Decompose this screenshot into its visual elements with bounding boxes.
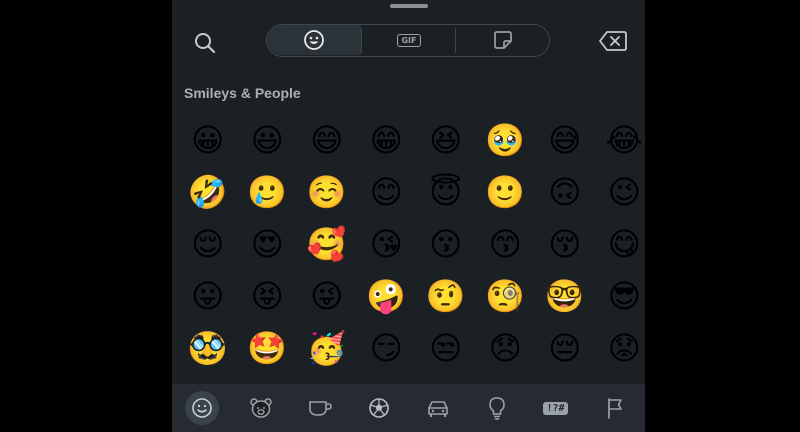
panel-type-switcher: GIF xyxy=(266,24,550,57)
category-flags[interactable] xyxy=(585,384,644,432)
category-objects[interactable] xyxy=(467,384,526,432)
emoji-key[interactable]: 😗 xyxy=(416,218,476,270)
section-title: Smileys & People xyxy=(184,85,301,101)
emoji-key[interactable]: 😋 xyxy=(595,218,646,270)
emoji-keyboard-panel: GIF Smileys & People 😀 😃 😄 😁 😆 🥹 😅 😂 🤣 🥲 ☺️ 😊 😇 🙂 🙃 😉 😌 😍… xyxy=(172,0,645,432)
emoji-key[interactable]: 🤩 xyxy=(238,322,298,374)
soccer-ball-icon xyxy=(368,397,390,419)
emoji-key[interactable]: 🙃 xyxy=(535,166,595,218)
cup-icon xyxy=(307,398,333,418)
emoji-key[interactable]: 😛 xyxy=(178,270,238,322)
emoji-key[interactable]: 😘 xyxy=(357,218,417,270)
sticker-icon xyxy=(493,30,513,50)
search-icon[interactable] xyxy=(192,30,218,56)
flag-icon xyxy=(605,397,625,419)
sticker-tab[interactable] xyxy=(456,25,550,55)
emoji-key[interactable]: 😞 xyxy=(476,322,536,374)
emoji-grid: 😀 😃 😄 😁 😆 🥹 😅 😂 🤣 🥲 ☺️ 😊 😇 🙂 🙃 😉 😌 😍 🥰 😘 😗 😙 😚 😋 😛 😝 😜 🤪 🤨 🧐 🤓 😎 🥸 🤩 🥳 😏 😒 😞 😔… xyxy=(178,114,645,374)
category-smileys[interactable] xyxy=(172,384,231,432)
emoji-key[interactable]: 😂 xyxy=(595,114,646,166)
emoji-key[interactable]: 😙 xyxy=(476,218,536,270)
emoji-key[interactable]: 🥸 xyxy=(178,322,238,374)
emoji-key[interactable]: 🤓 xyxy=(535,270,595,322)
emoji-key[interactable]: 😍 xyxy=(238,218,298,270)
emoji-key[interactable]: 😎 xyxy=(595,270,646,322)
category-bar: !?# xyxy=(172,384,645,432)
symbols-icon: !?# xyxy=(543,401,568,415)
emoji-tab[interactable] xyxy=(267,25,361,55)
emoji-key[interactable]: 🤣 xyxy=(178,166,238,218)
car-icon xyxy=(426,398,450,418)
emoji-key[interactable]: 😄 xyxy=(297,114,357,166)
emoji-key[interactable]: 😃 xyxy=(238,114,298,166)
emoji-key[interactable]: 🥳 xyxy=(297,322,357,374)
smiley-icon xyxy=(191,397,213,419)
emoji-key[interactable]: 🤨 xyxy=(416,270,476,322)
drag-handle[interactable] xyxy=(390,4,428,8)
emoji-key[interactable]: 😇 xyxy=(416,166,476,218)
gif-tab[interactable]: GIF xyxy=(362,25,456,55)
emoji-key[interactable]: 😒 xyxy=(416,322,476,374)
emoji-key[interactable]: 😟 xyxy=(595,322,646,374)
emoji-key[interactable]: 😝 xyxy=(238,270,298,322)
emoji-key[interactable]: ☺️ xyxy=(297,166,357,218)
emoji-key[interactable]: 🥲 xyxy=(238,166,298,218)
emoji-key[interactable]: 😊 xyxy=(357,166,417,218)
emoji-key[interactable]: 🤪 xyxy=(357,270,417,322)
emoji-key[interactable]: 😆 xyxy=(416,114,476,166)
emoji-key[interactable]: 😅 xyxy=(535,114,595,166)
smiley-icon xyxy=(303,29,325,51)
backspace-icon[interactable] xyxy=(598,30,628,52)
lightbulb-icon xyxy=(488,396,506,420)
category-travel[interactable] xyxy=(408,384,467,432)
category-activities[interactable] xyxy=(349,384,408,432)
emoji-key[interactable]: 😀 xyxy=(178,114,238,166)
category-animals[interactable] xyxy=(231,384,290,432)
emoji-key[interactable]: 🥹 xyxy=(476,114,536,166)
emoji-key[interactable]: 😌 xyxy=(178,218,238,270)
category-food[interactable] xyxy=(290,384,349,432)
emoji-key[interactable]: 🧐 xyxy=(476,270,536,322)
emoji-key[interactable]: 🙂 xyxy=(476,166,536,218)
emoji-key[interactable]: 😚 xyxy=(535,218,595,270)
emoji-key[interactable]: 😔 xyxy=(535,322,595,374)
category-symbols[interactable]: !?# xyxy=(526,384,585,432)
gif-icon: GIF xyxy=(397,33,421,47)
emoji-key[interactable]: 😜 xyxy=(297,270,357,322)
emoji-key[interactable]: 😁 xyxy=(357,114,417,166)
emoji-key[interactable]: 😉 xyxy=(595,166,646,218)
emoji-key[interactable]: 😏 xyxy=(357,322,417,374)
bear-icon xyxy=(249,397,273,419)
emoji-key[interactable]: 🥰 xyxy=(297,218,357,270)
